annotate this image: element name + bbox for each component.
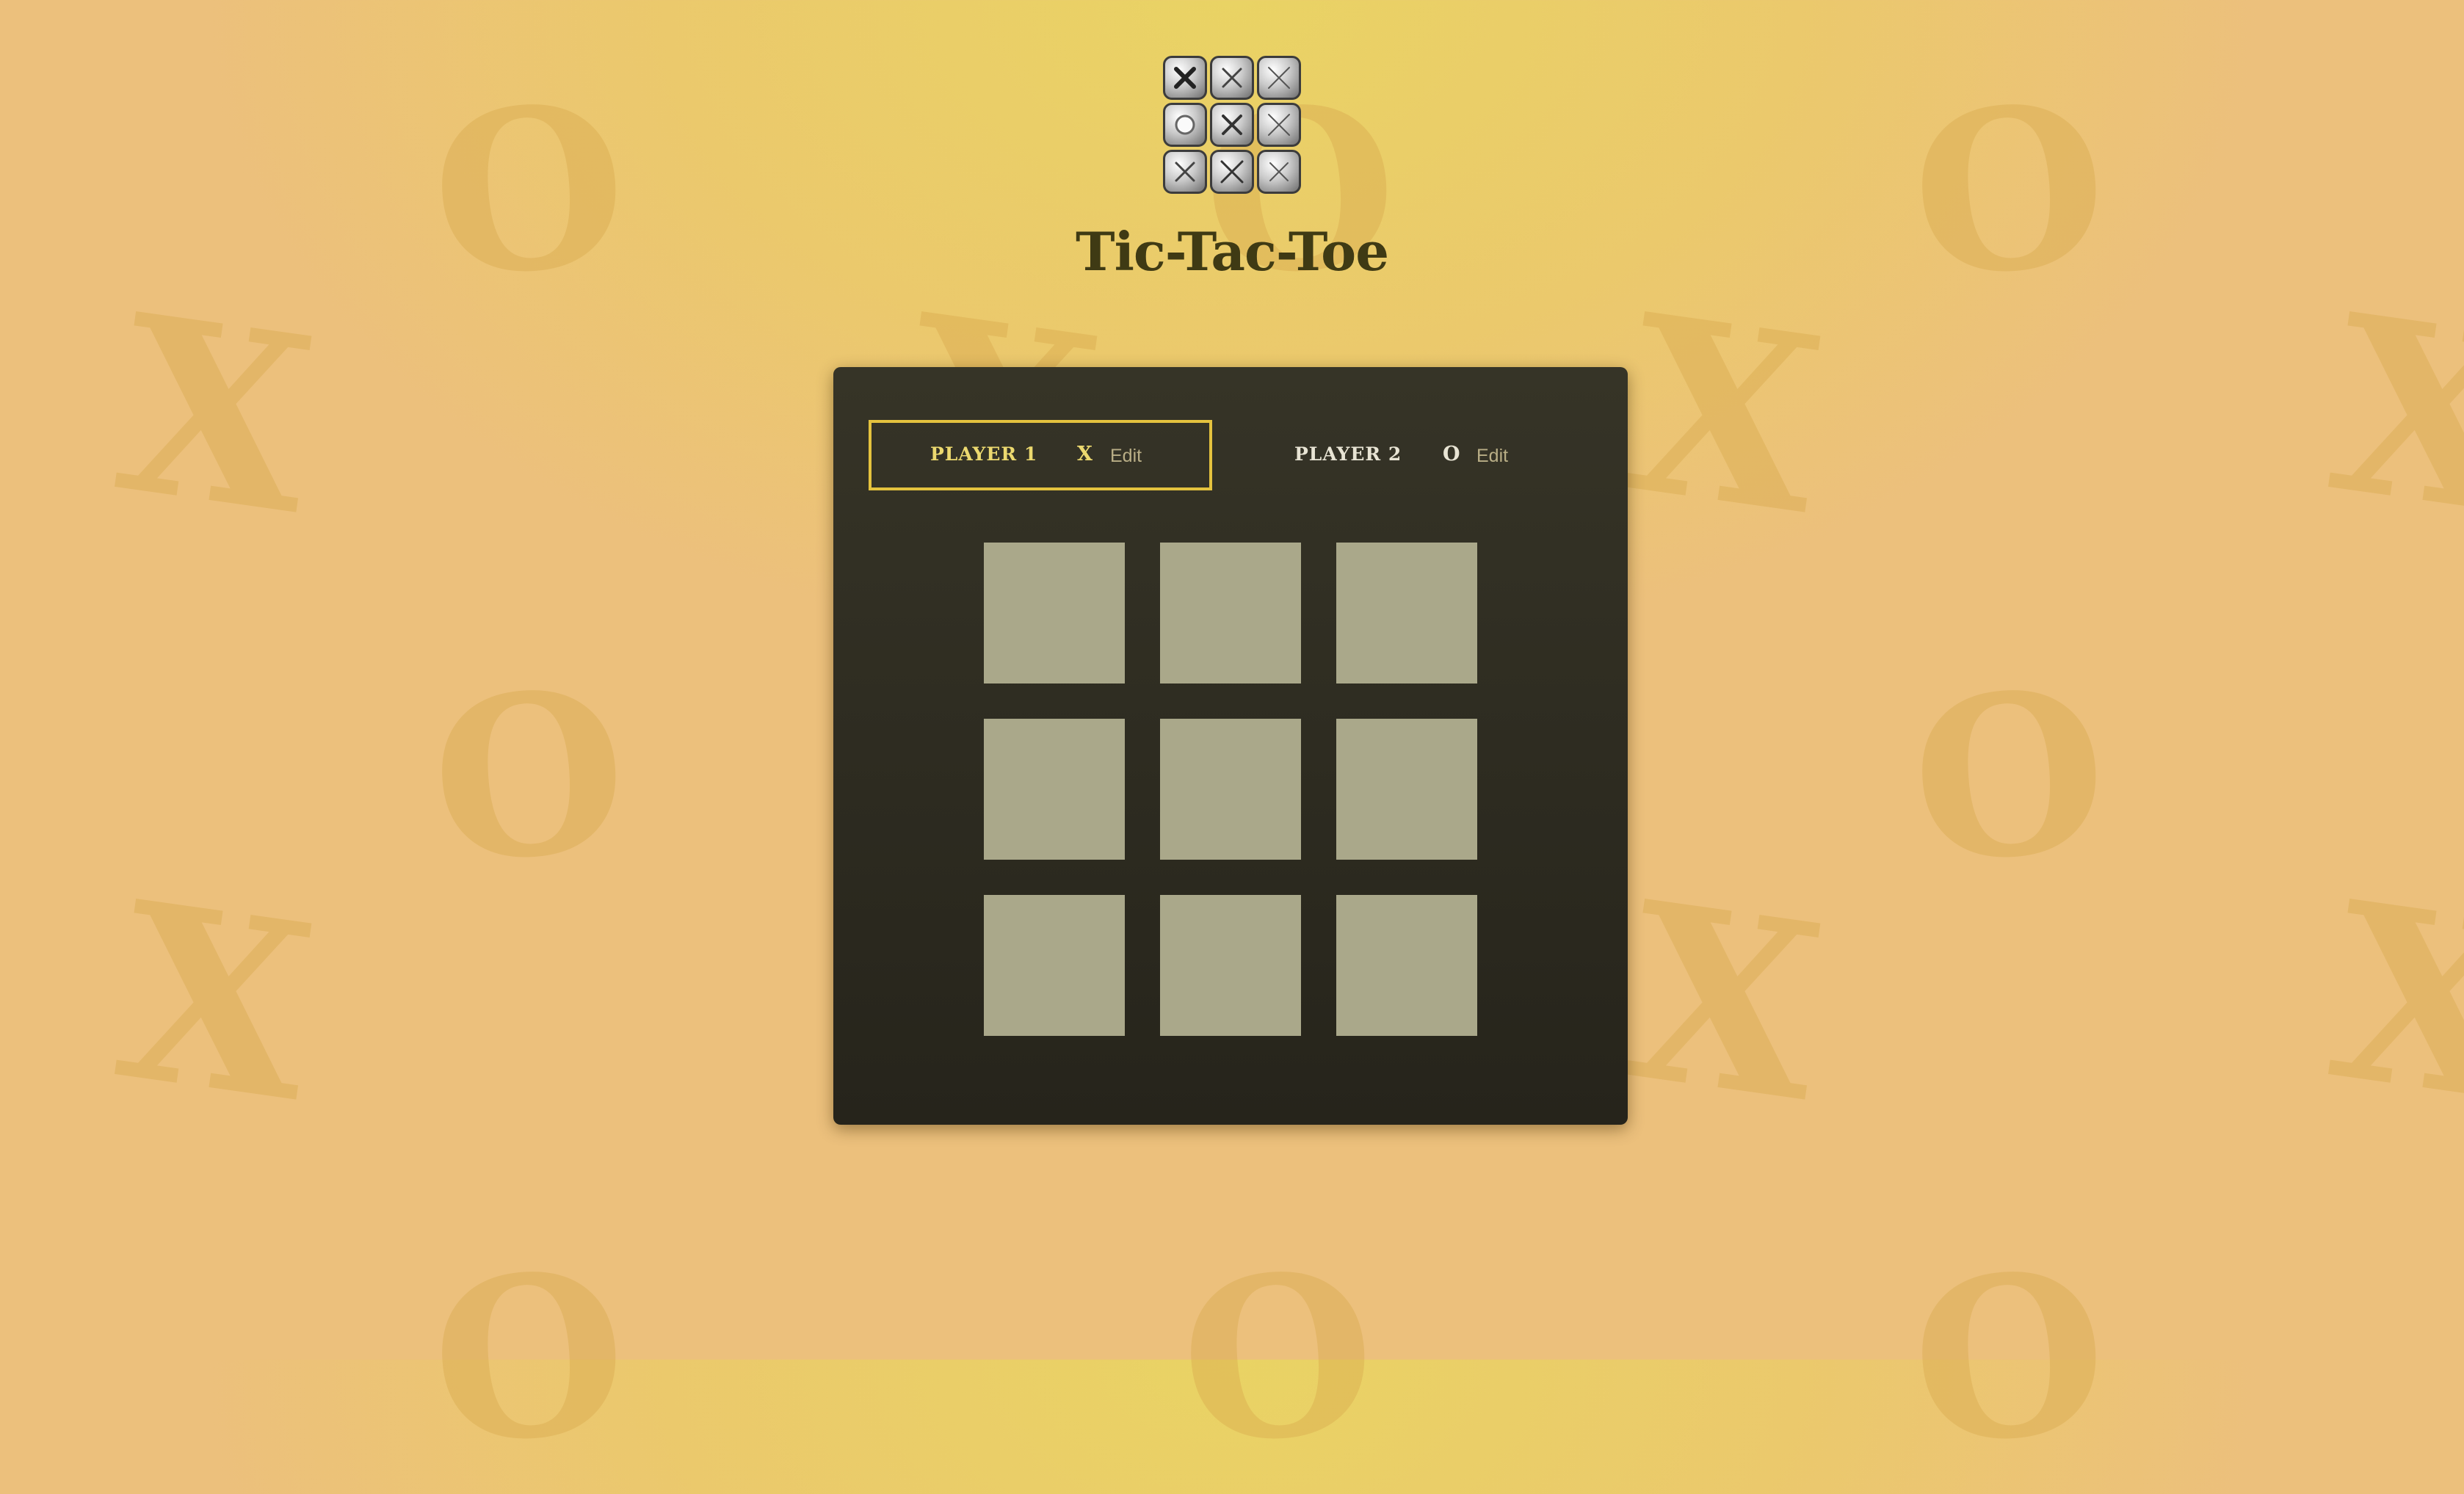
- background-o-glyph: O: [1904, 1222, 2115, 1494]
- background-x-glyph: X: [2316, 848, 2464, 1156]
- logo-tile-x: [1257, 56, 1301, 100]
- board-cell-5[interactable]: [1160, 719, 1301, 860]
- background-o-glyph: O: [1173, 1222, 1383, 1494]
- player-1-symbol: X: [1077, 443, 1093, 465]
- board-cell-8[interactable]: [1160, 895, 1301, 1036]
- background-o-glyph: O: [1904, 640, 2115, 913]
- board-cell-9[interactable]: [1336, 895, 1477, 1036]
- player-2-name: PLAYER 2: [1294, 443, 1402, 465]
- player-1-edit-button[interactable]: Edit: [1110, 446, 1142, 467]
- background-x-glyph: X: [102, 261, 328, 569]
- logo-tile-x: [1163, 150, 1207, 194]
- logo-tile-o: [1163, 103, 1207, 147]
- background-x-glyph: X: [1611, 261, 1837, 569]
- game-board: [984, 543, 1477, 1036]
- logo-tile-x: [1210, 150, 1254, 194]
- board-cell-6[interactable]: [1336, 719, 1477, 860]
- game-panel: PLAYER 1 X Edit PLAYER 2 O Edit: [833, 367, 1628, 1125]
- background-x-glyph: X: [2316, 261, 2464, 569]
- board-cell-2[interactable]: [1160, 543, 1301, 683]
- background-o-glyph: O: [424, 1222, 634, 1494]
- board-cell-7[interactable]: [984, 895, 1125, 1036]
- player-2-card: PLAYER 2 O Edit: [1247, 420, 1591, 490]
- background-x-glyph: X: [102, 848, 328, 1156]
- player-1-name: PLAYER 1: [930, 443, 1038, 465]
- tic-tac-toe-tiles-icon: [1163, 56, 1301, 194]
- logo-tile-x: [1210, 56, 1254, 100]
- logo-tile-x: [1257, 103, 1301, 147]
- player-2-edit-button[interactable]: Edit: [1476, 446, 1508, 467]
- app-header: Tic-Tac-Toe: [0, 56, 2464, 283]
- background-o-glyph: O: [424, 640, 634, 913]
- player-1-card: PLAYER 1 X Edit: [869, 420, 1212, 490]
- player-2-symbol: O: [1443, 443, 1460, 465]
- players-bar: PLAYER 1 X Edit PLAYER 2 O Edit: [869, 420, 1592, 490]
- board-cell-3[interactable]: [1336, 543, 1477, 683]
- logo-tile-x: [1163, 56, 1207, 100]
- board-cell-1[interactable]: [984, 543, 1125, 683]
- background-x-glyph: X: [1611, 848, 1837, 1156]
- logo-tile-x: [1210, 103, 1254, 147]
- page-title: Tic-Tac-Toe: [1075, 220, 1389, 283]
- board-cell-4[interactable]: [984, 719, 1125, 860]
- logo-tile-x: [1257, 150, 1301, 194]
